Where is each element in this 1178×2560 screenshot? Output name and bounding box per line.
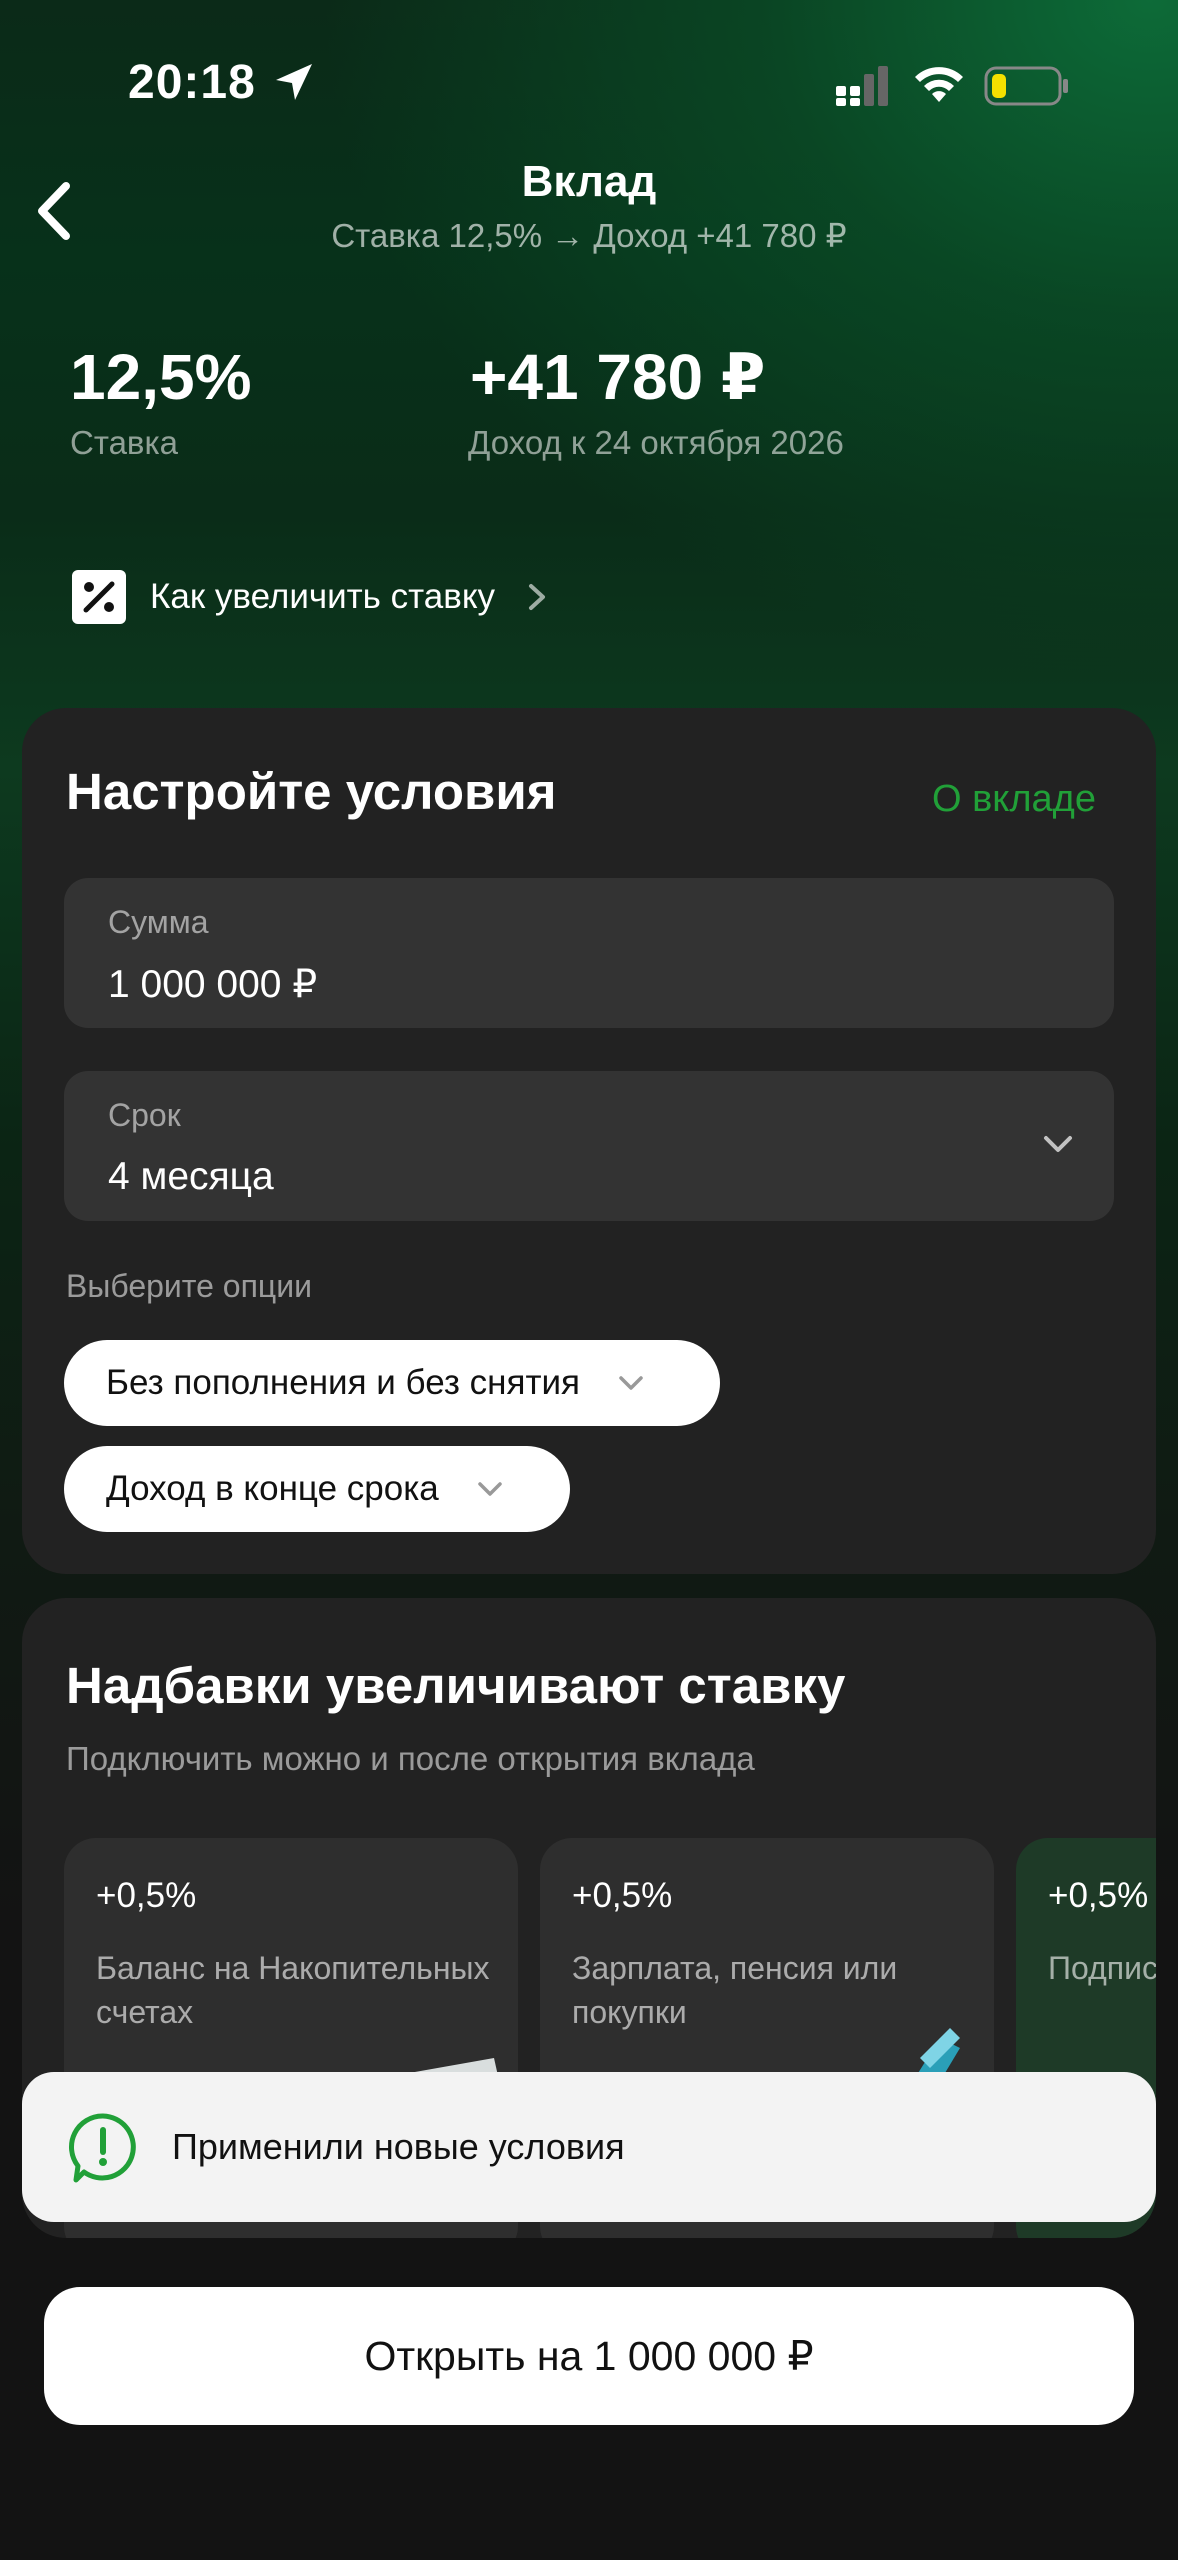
income-value: +41 780 ₽: [470, 341, 766, 413]
how-to-increase-link[interactable]: Как увеличить ставку: [72, 566, 549, 628]
toast-text: Применили новые условия: [172, 2126, 625, 2167]
page-title: Вклад: [521, 157, 657, 206]
bonus-pct: +0,5%: [1048, 1876, 1149, 1915]
chevron-right-icon: [529, 584, 546, 610]
bonus-text: Баланс на Накопительных счетах: [96, 1950, 490, 2030]
amount-field[interactable]: Сумма 1 000 000 ₽: [64, 878, 1114, 1028]
about-deposit-link[interactable]: О вкладе: [932, 778, 1096, 821]
signal-icon: [836, 66, 888, 106]
conditions-title: Настройте условия: [66, 763, 557, 820]
chevron-down-icon: [619, 1376, 643, 1390]
income-label: Доход к 24 октября 2026: [468, 424, 844, 461]
percent-icon: [72, 570, 126, 624]
page-subtitle: Ставка 12,5% → Доход +41 780 ₽: [331, 217, 847, 254]
wifi-icon: [915, 67, 963, 102]
option-payout-dropdown[interactable]: Доход в конце срока: [64, 1446, 570, 1532]
chevron-down-icon: [478, 1482, 502, 1496]
rate-value: 12,5%: [70, 341, 252, 413]
bonus-pct: +0,5%: [96, 1876, 197, 1915]
alert-message-icon: [69, 2113, 136, 2183]
bonus-text: Подпис: [1048, 1950, 1156, 1986]
term-value: 4 месяца: [108, 1155, 274, 1198]
bonuses-subtitle: Подключить можно и после открытия вклада: [66, 1740, 755, 1777]
amount-label: Сумма: [108, 904, 209, 940]
term-select[interactable]: Срок 4 месяца: [64, 1071, 1114, 1221]
open-deposit-button[interactable]: Открыть на 1 000 000 ₽: [44, 2287, 1134, 2425]
option-replenish-dropdown[interactable]: Без пополнения и без снятия: [64, 1340, 720, 1426]
toast-notification: Применили новые условия: [22, 2072, 1156, 2222]
option-payout-label: Доход в конце срока: [106, 1469, 439, 1508]
term-label: Срок: [108, 1097, 181, 1133]
chevron-down-icon: [1044, 1136, 1072, 1152]
location-arrow-icon: [276, 64, 312, 100]
bonuses-title: Надбавки увеличивают ставку: [66, 1657, 846, 1714]
status-time: 20:18: [128, 56, 256, 109]
option-replenish-label: Без пополнения и без снятия: [106, 1363, 580, 1402]
options-label: Выберите опции: [66, 1268, 312, 1304]
how-to-increase-label: Как увеличить ставку: [150, 577, 496, 616]
amount-value: 1 000 000 ₽: [108, 963, 318, 1006]
rate-label: Ставка: [70, 424, 178, 461]
bonus-pct: +0,5%: [572, 1876, 673, 1915]
battery-icon: [984, 66, 1068, 106]
